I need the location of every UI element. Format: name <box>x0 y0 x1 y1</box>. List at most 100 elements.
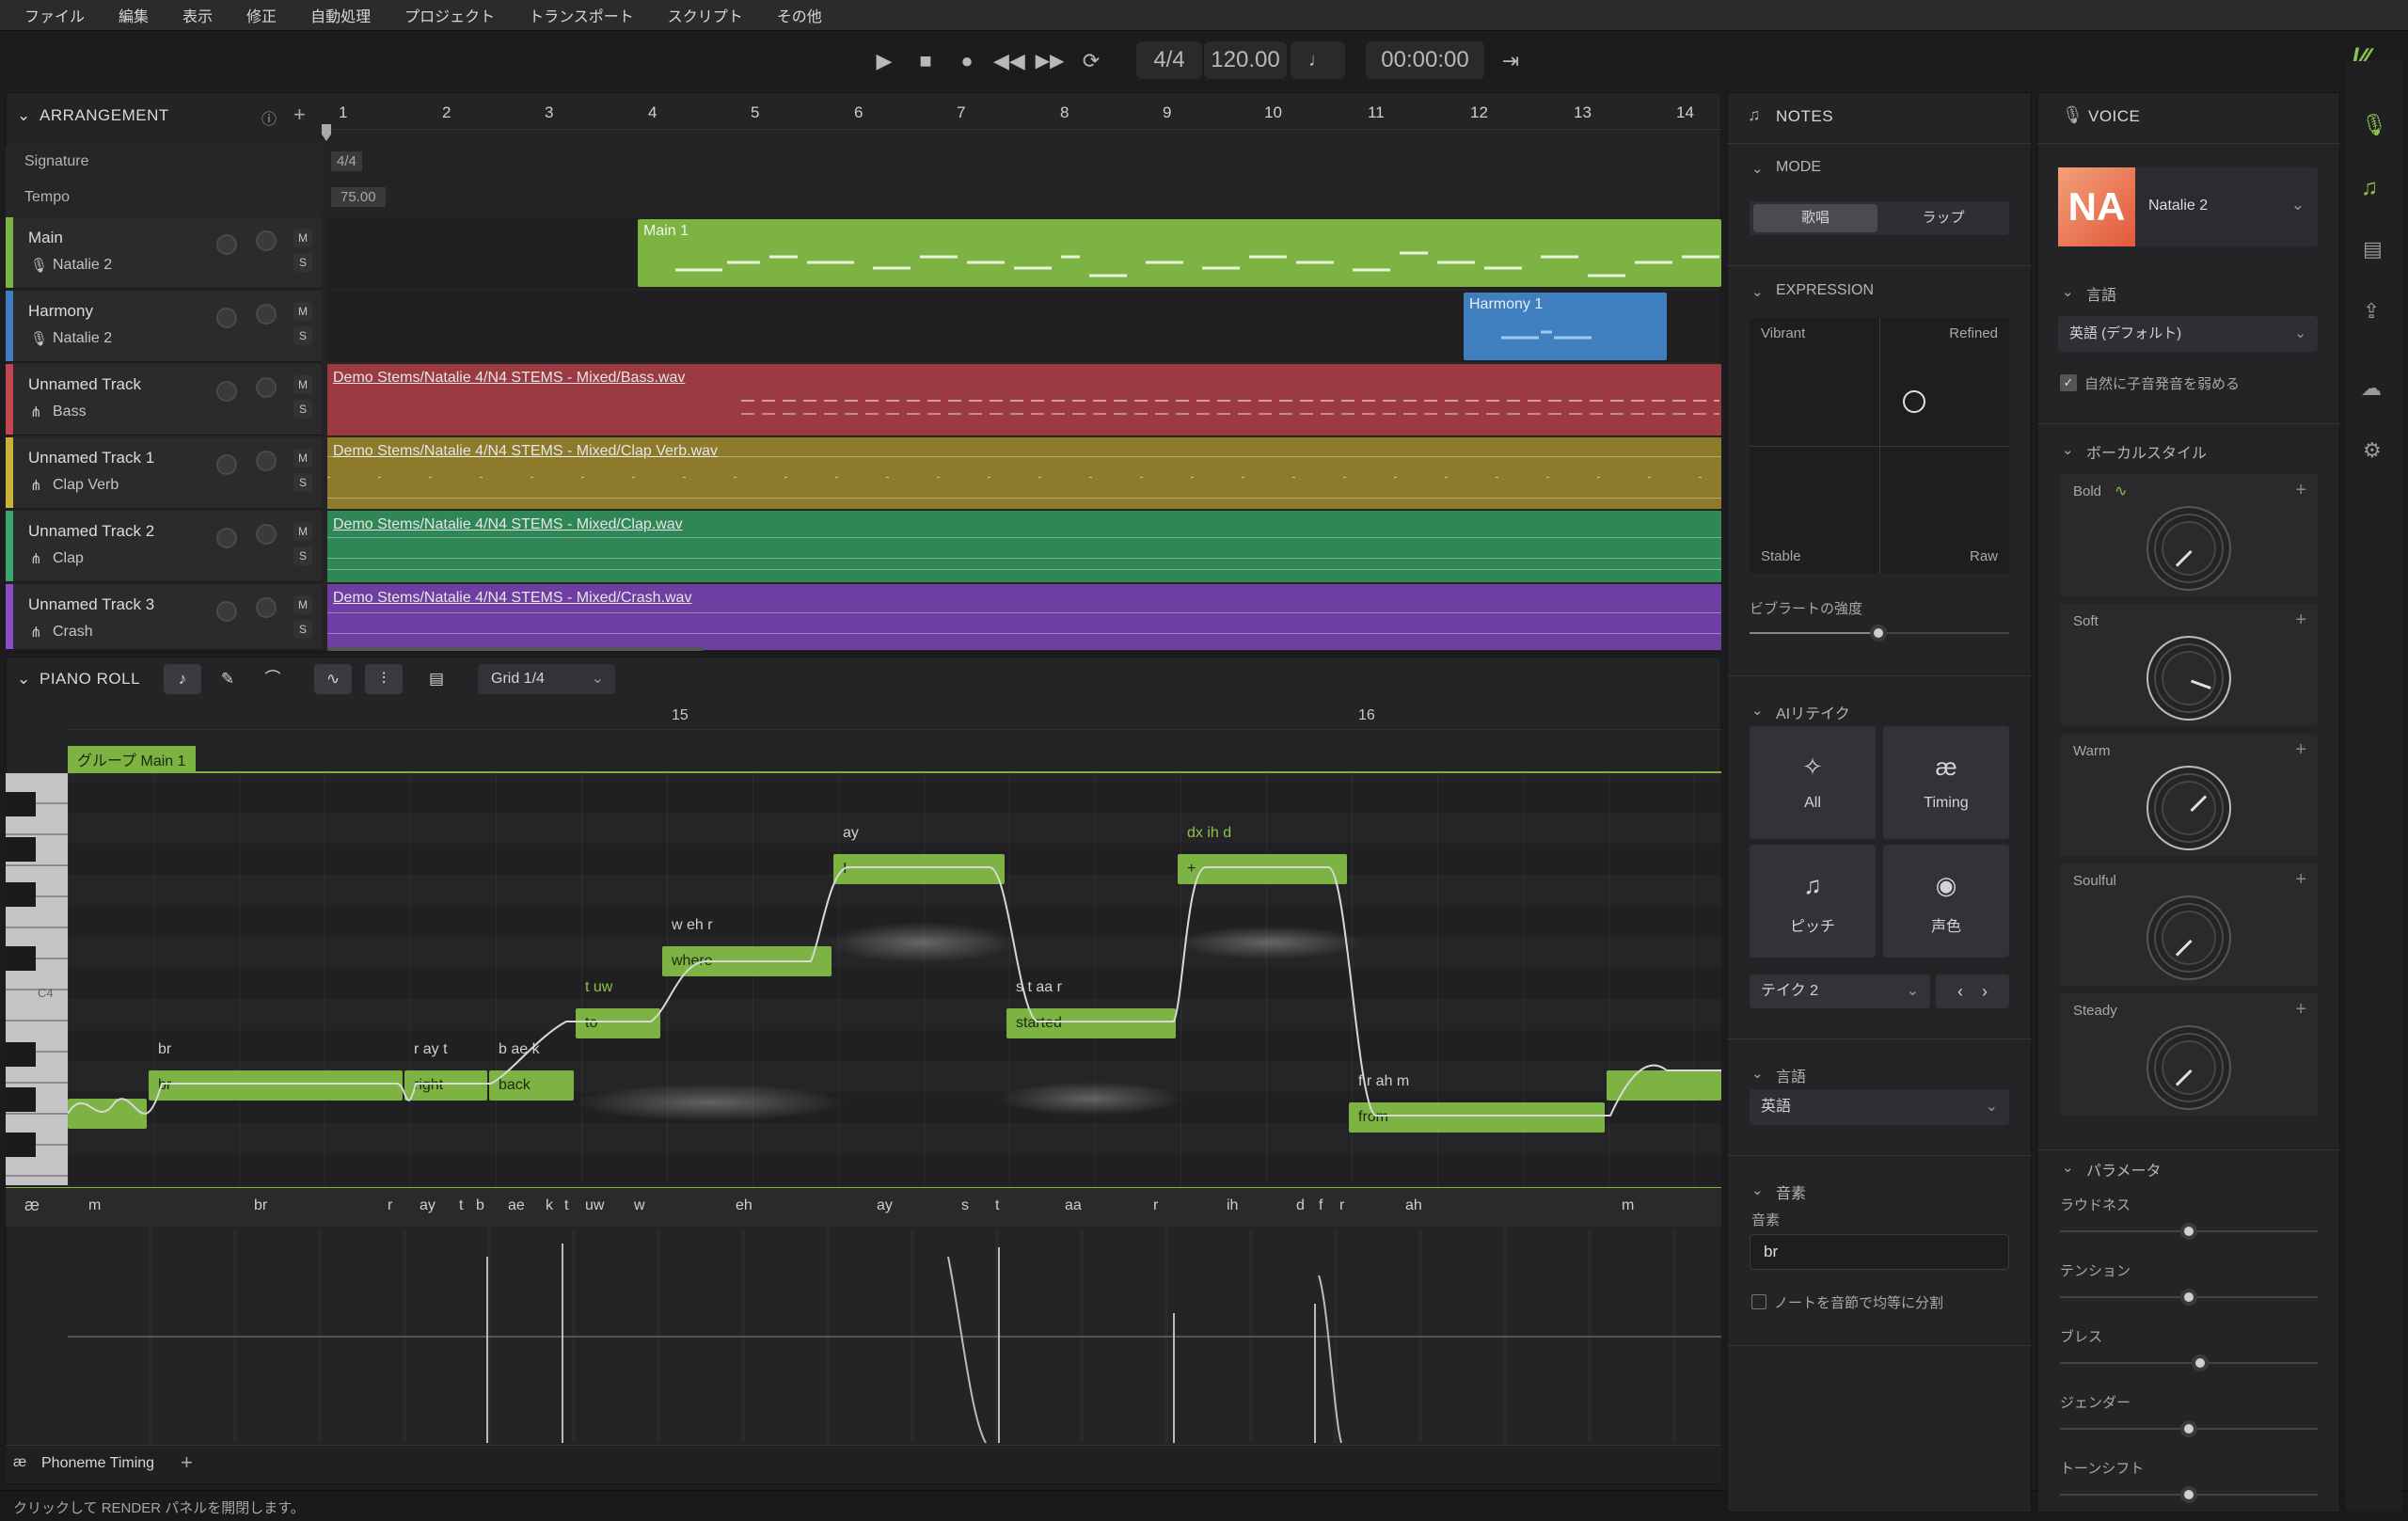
tab-phoneme-timing[interactable]: Phoneme Timing <box>41 1455 154 1472</box>
clip-clap-verb[interactable]: Demo Stems/Natalie 4/N4 STEMS - Mixed/Cl… <box>327 437 1721 509</box>
track-header-clap-verb[interactable]: Unnamed Track 1 ⋔ Clap Verb M S <box>6 437 322 509</box>
menu-file[interactable]: ファイル <box>8 4 102 26</box>
phoneme[interactable]: eh <box>736 1197 752 1214</box>
pan-knob[interactable] <box>256 524 277 545</box>
info-icon[interactable]: ⓘ <box>261 106 277 129</box>
tension-thumb[interactable] <box>2180 1289 2197 1306</box>
previous-take-icon[interactable]: ‹ <box>1957 982 1963 1001</box>
clip-crash[interactable]: Demo Stems/Natalie 4/N4 STEMS - Mixed/Cr… <box>327 584 1721 650</box>
solo-button[interactable]: S <box>293 326 312 345</box>
black-key[interactable] <box>6 1042 36 1067</box>
breath-slider[interactable] <box>2060 1362 2318 1364</box>
time-signature-display[interactable]: 4/4 <box>1136 41 1202 79</box>
mute-button[interactable]: M <box>293 229 312 247</box>
solo-button[interactable]: S <box>293 253 312 272</box>
grid-select[interactable]: Grid 1/4 ⌄ <box>478 664 615 694</box>
mode-singing-button[interactable]: 歌唱 <box>1753 204 1877 232</box>
add-style-icon[interactable]: + <box>2295 869 2306 891</box>
volume-knob[interactable] <box>216 528 237 548</box>
solo-button[interactable]: S <box>293 473 312 492</box>
stop-icon[interactable]: ■ <box>911 47 941 75</box>
phoneme-collapse-icon[interactable]: ⌄ <box>1751 1181 1764 1198</box>
clip-clap[interactable]: Demo Stems/Natalie 4/N4 STEMS - Mixed/Cl… <box>327 511 1721 582</box>
track-header-bass[interactable]: Unnamed Track ⋔ Bass M S <box>6 364 322 436</box>
mode-rap-button[interactable]: ラップ <box>1881 204 2005 232</box>
mute-button[interactable]: M <box>293 375 312 394</box>
phoneme[interactable]: f <box>1319 1197 1323 1214</box>
menu-transport[interactable]: トランスポート <box>512 4 651 26</box>
mute-button[interactable]: M <box>293 302 312 321</box>
menu-other[interactable]: その他 <box>760 4 839 26</box>
menu-script[interactable]: スクリプト <box>651 4 760 26</box>
black-key[interactable] <box>6 1133 36 1157</box>
volume-knob[interactable] <box>216 454 237 475</box>
phoneme[interactable]: d <box>1296 1197 1305 1214</box>
take-select[interactable]: テイク 2 ⌄ <box>1750 974 1930 1008</box>
steady-dial[interactable] <box>2147 1025 2231 1110</box>
select-tool-icon[interactable]: ♪ <box>164 664 201 694</box>
retake-pitch-button[interactable]: ♫ ピッチ <box>1750 845 1876 958</box>
arrangement-collapse-icon[interactable]: ⌄ <box>17 106 31 125</box>
mute-button[interactable]: M <box>293 595 312 614</box>
add-lane-icon[interactable]: + <box>181 1450 193 1475</box>
voice-panel-icon[interactable]: 🎙 <box>2361 113 2387 137</box>
record-icon[interactable]: ● <box>952 47 982 75</box>
track-header-harmony[interactable]: Harmony 🎙 Natalie 2 M S <box>6 291 322 362</box>
phoneme-input[interactable]: br <box>1750 1234 2009 1270</box>
waveform-toggle-icon[interactable]: ⫶ <box>365 664 403 694</box>
retake-collapse-icon[interactable]: ⌄ <box>1751 702 1764 719</box>
loop-icon[interactable]: ⟳ <box>1076 47 1106 75</box>
pan-knob[interactable] <box>256 230 277 251</box>
volume-knob[interactable] <box>216 234 237 255</box>
phoneme[interactable]: ay <box>877 1197 893 1214</box>
piano-keyboard[interactable] <box>6 773 68 1185</box>
next-take-icon[interactable]: › <box>1982 982 1988 1001</box>
calendar-icon[interactable]: ▤ <box>418 664 455 694</box>
add-style-icon[interactable]: + <box>2295 610 2306 631</box>
phoneme[interactable]: r <box>1339 1197 1344 1214</box>
menu-project[interactable]: プロジェクト <box>388 4 512 26</box>
phoneme[interactable]: ay <box>420 1197 436 1214</box>
soften-consonants-checkbox[interactable]: ✓ <box>2060 374 2077 391</box>
black-key[interactable] <box>6 792 36 816</box>
pitch-curve[interactable] <box>68 773 1721 1185</box>
add-style-icon[interactable]: + <box>2295 739 2306 761</box>
phoneme[interactable]: m <box>88 1197 101 1214</box>
pan-knob[interactable] <box>256 377 277 398</box>
phoneme[interactable]: br <box>254 1197 267 1214</box>
phoneme[interactable]: t <box>459 1197 463 1214</box>
black-key[interactable] <box>6 1087 36 1112</box>
vibrato-slider-thumb[interactable] <box>1870 625 1887 642</box>
black-key[interactable] <box>6 946 36 971</box>
clip-bass[interactable]: Demo Stems/Natalie 4/N4 STEMS - Mixed/Ba… <box>327 364 1721 436</box>
tempo-display[interactable]: 120.00 <box>1204 41 1287 79</box>
phoneme[interactable]: b <box>476 1197 484 1214</box>
vocal-style-collapse-icon[interactable]: ⌄ <box>2062 441 2074 458</box>
phoneme[interactable]: uw <box>585 1197 604 1214</box>
rewind-icon[interactable]: ◀◀ <box>993 47 1025 75</box>
expression-collapse-icon[interactable]: ⌄ <box>1751 283 1764 300</box>
split-evenly-checkbox[interactable] <box>1751 1294 1766 1309</box>
add-track-icon[interactable]: + <box>293 103 306 127</box>
phoneme[interactable]: ah <box>1405 1197 1422 1214</box>
status-text[interactable]: クリックして RENDER パネルを開閉します。 <box>13 1497 305 1517</box>
volume-knob[interactable] <box>216 308 237 328</box>
menu-automation[interactable]: 自動処理 <box>293 4 388 26</box>
jump-to-end-icon[interactable]: ⇥ <box>1496 47 1526 75</box>
bold-dial[interactable] <box>2147 506 2231 591</box>
phoneme[interactable]: r <box>388 1197 392 1214</box>
menu-modify[interactable]: 修正 <box>230 4 293 26</box>
tone-shift-thumb[interactable] <box>2180 1486 2197 1503</box>
arrangement-scrollbar[interactable] <box>327 647 704 651</box>
mute-button[interactable]: M <box>293 522 312 541</box>
parameters-collapse-icon[interactable]: ⌄ <box>2062 1159 2074 1176</box>
signature-marker[interactable]: 4/4 <box>331 151 362 171</box>
clip-main-1[interactable]: Main 1 <box>638 219 1721 287</box>
piano-roll-collapse-icon[interactable]: ⌄ <box>17 670 31 689</box>
mode-collapse-icon[interactable]: ⌄ <box>1751 160 1764 177</box>
phoneme[interactable]: m <box>1622 1197 1634 1214</box>
voice-language-collapse-icon[interactable]: ⌄ <box>2062 283 2074 300</box>
track-header-main[interactable]: Main 🎙 Natalie 2 M S <box>6 217 322 289</box>
piano-roll-ruler[interactable] <box>68 702 1721 730</box>
add-style-icon[interactable]: + <box>2295 480 2306 501</box>
